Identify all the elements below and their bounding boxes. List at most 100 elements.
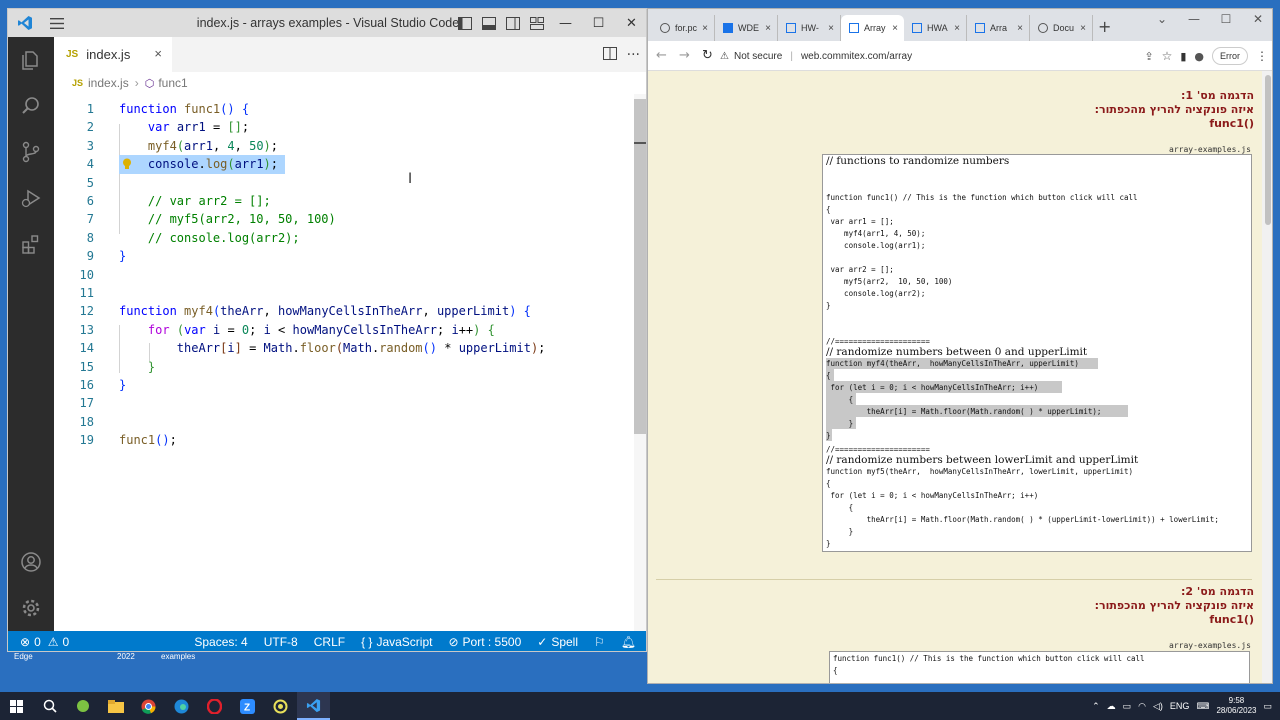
feedback-icon[interactable]: ⚐ [586, 635, 613, 649]
explorer-icon[interactable] [8, 37, 54, 83]
checkmark-icon: ✓ [537, 635, 548, 649]
code-box-1: // functions to randomize numbers functi… [822, 154, 1252, 552]
code-line-13: for (var i = 0; i < howManyCellsInTheArr… [147, 322, 495, 337]
line-number: 3 [86, 138, 94, 153]
notification-icon[interactable]: ▭ [1263, 701, 1272, 712]
code-line: } [826, 431, 831, 440]
opera-icon[interactable] [198, 692, 231, 720]
code-line: console.log(arr1); [826, 241, 926, 250]
live-server-port[interactable]: ⊘ Port : 5500 [440, 635, 529, 649]
toggle-sidebar-icon[interactable] [453, 9, 477, 37]
split-editor-icon[interactable] [602, 45, 617, 64]
indentation-status[interactable]: Spaces: 4 [186, 635, 255, 649]
text-cursor-icon: I [408, 171, 413, 187]
browser-tab[interactable]: Docu × [1030, 15, 1093, 41]
browser-tab[interactable]: HWA × [904, 15, 967, 41]
language-indicator[interactable]: ENG [1170, 701, 1190, 711]
address-bar[interactable]: ⚠ Not secure | web.commitex.com/array [720, 44, 1120, 68]
vscode-window: index.js - arrays examples - Visual Stud… [7, 8, 647, 652]
zoom-icon[interactable]: Z [231, 692, 264, 720]
recorder-icon[interactable] [264, 692, 297, 720]
bookmark-star-icon[interactable]: ☆ [1162, 49, 1173, 63]
code-comment: // randomize numbers between 0 and upper… [826, 346, 1088, 358]
breadcrumb-file[interactable]: index.js [88, 76, 129, 90]
scrollbar-thumb[interactable] [1265, 75, 1271, 225]
browser-tab[interactable]: Arra × [967, 15, 1030, 41]
breadcrumb-symbol[interactable]: func1 [158, 76, 187, 90]
scrollbar-thumb[interactable] [634, 99, 646, 434]
extensions-icon[interactable] [8, 221, 54, 267]
vscode-taskbar-icon[interactable] [297, 692, 330, 720]
file-explorer-icon[interactable] [99, 692, 132, 720]
more-actions-icon[interactable]: ··· [627, 47, 640, 63]
minimize-icon[interactable]: — [549, 9, 582, 37]
code-line-1: function func1() { [119, 102, 250, 116]
back-icon[interactable]: ← [650, 48, 673, 63]
onedrive-icon[interactable]: ☁ [1107, 701, 1116, 712]
maximize-icon[interactable]: ☐ [582, 9, 615, 37]
toggle-panel-icon[interactable] [477, 9, 501, 37]
desktop-label[interactable]: Edge [14, 652, 33, 661]
tab-search-icon[interactable]: ⌄ [1146, 9, 1178, 41]
reload-icon[interactable]: ↻ [696, 48, 719, 63]
tab-close-icon[interactable]: × [154, 46, 162, 61]
chrome-icon[interactable] [132, 692, 165, 720]
profile-icon[interactable]: ● [1194, 50, 1204, 63]
encoding-status[interactable]: UTF-8 [256, 635, 306, 649]
settings-gear-icon[interactable] [8, 585, 54, 631]
minimize-icon[interactable]: — [1178, 9, 1210, 41]
close-icon[interactable]: ✕ [615, 9, 646, 37]
code-line-16: } [119, 378, 127, 392]
search-icon[interactable] [8, 83, 54, 129]
editor-scrollbar[interactable] [634, 94, 646, 631]
app-green-icon[interactable] [66, 692, 99, 720]
battery-icon[interactable]: ▭ [1123, 701, 1132, 712]
desktop-label[interactable]: examples [161, 652, 195, 661]
source-control-icon[interactable] [8, 129, 54, 175]
windows-start-icon[interactable] [0, 692, 33, 720]
accounts-icon[interactable] [8, 539, 54, 585]
line-number: 8 [86, 230, 94, 245]
spell-status[interactable]: ✓ Spell [529, 635, 586, 649]
notifications-bell-icon[interactable]: 🔔︎ [613, 635, 646, 649]
window-title: index.js - arrays examples - Visual Stud… [196, 16, 460, 30]
desktop-label[interactable]: 2022 [117, 652, 135, 661]
run-debug-icon[interactable] [8, 175, 54, 221]
page-scrollbar[interactable] [1262, 71, 1272, 683]
browser-tab[interactable]: for.pc × [652, 15, 715, 41]
edge-icon[interactable] [165, 692, 198, 720]
chevron-up-icon[interactable]: ⌃ [1092, 701, 1100, 712]
clock[interactable]: 9:58 28/06/2023 [1216, 696, 1256, 716]
forward-icon[interactable]: → [673, 48, 696, 63]
code-line-6: // var arr2 = []; [119, 194, 271, 208]
lightbulb-icon[interactable] [122, 155, 132, 169]
hamburger-menu-icon[interactable] [42, 9, 72, 37]
keyboard-icon[interactable]: ⌨ [1196, 701, 1209, 712]
code-line: //===================== [826, 445, 930, 454]
maximize-icon[interactable]: ☐ [1210, 9, 1242, 41]
customize-layout-icon[interactable] [525, 9, 549, 37]
error-button[interactable]: Error [1212, 47, 1248, 65]
line-number: 2 [86, 120, 94, 135]
close-icon[interactable]: ✕ [1242, 9, 1272, 41]
code-line-8: // console.log(arr2); [119, 230, 300, 245]
share-icon[interactable]: ⇪ [1144, 50, 1153, 63]
tab-index-js[interactable]: JS index.js × [54, 37, 172, 72]
new-tab-button[interactable]: + [1098, 17, 1111, 36]
volume-icon[interactable]: ◁) [1153, 701, 1163, 712]
page-icon [786, 23, 796, 33]
network-icon[interactable]: ◠ [1138, 701, 1146, 712]
code-comment: // functions to randomize numbers [826, 155, 1010, 167]
browser-tab[interactable]: HW- × [778, 15, 841, 41]
code-line-7: // myf5(arr2, 10, 50, 100) [119, 212, 336, 227]
browser-tab-active[interactable]: Array × [841, 15, 904, 41]
browser-tab[interactable]: WDE × [715, 15, 778, 41]
toggle-secondary-sidebar-icon[interactable] [501, 9, 525, 37]
code-editor[interactable]: 1 function func1() { 2 var arr1 = []; 3 m… [54, 94, 646, 631]
sidepanel-icon[interactable]: ▮ [1180, 50, 1186, 63]
menu-dots-icon[interactable]: ⋮ [1256, 49, 1268, 63]
eol-status[interactable]: CRLF [306, 635, 353, 649]
problems-indicator[interactable]: ⊗ 0 ⚠ 0 [8, 635, 77, 649]
search-icon[interactable] [33, 692, 66, 720]
language-status[interactable]: { } JavaScript [353, 635, 440, 649]
